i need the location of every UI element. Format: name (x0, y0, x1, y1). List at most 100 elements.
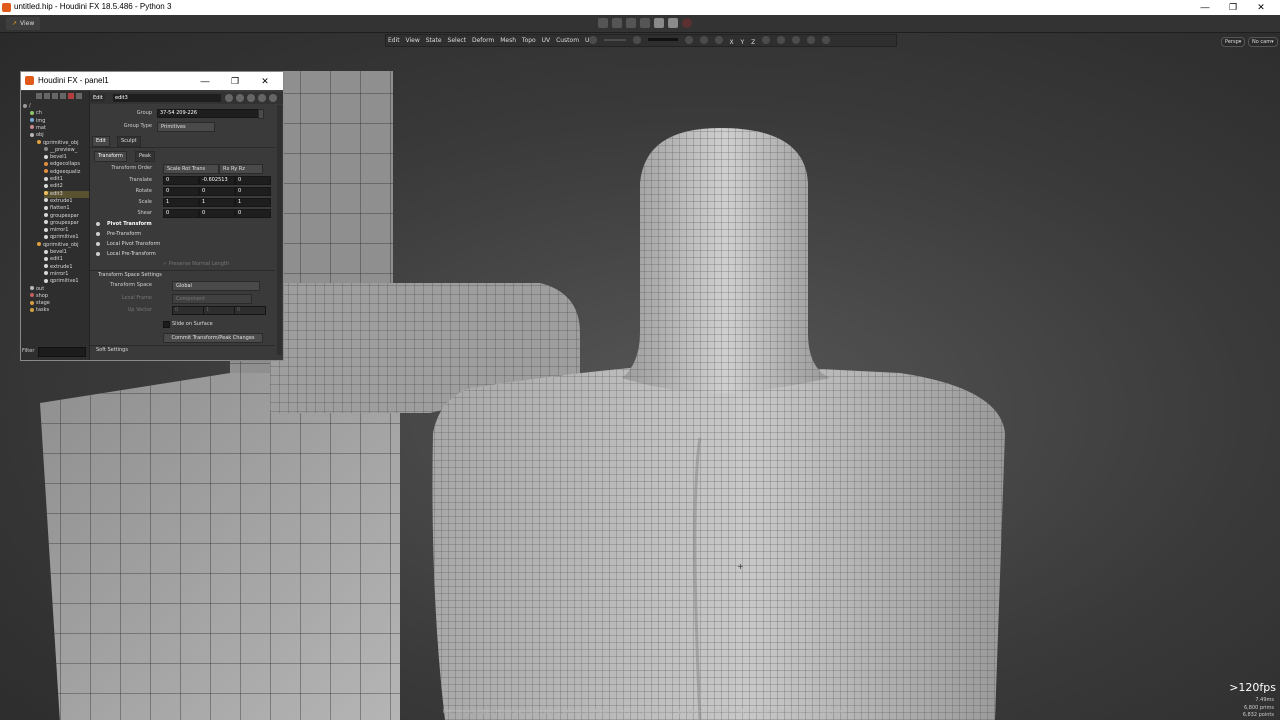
axis-x-toggle[interactable]: X (729, 39, 733, 46)
pivot-transform-expand-icon[interactable] (96, 222, 100, 226)
pivot-transform-folder[interactable]: Pivot Transform (107, 221, 152, 227)
menu-custom[interactable]: Custom (554, 35, 581, 46)
menu-select[interactable]: Select (446, 35, 469, 46)
pre-transform-folder[interactable]: Pre-Transform (107, 231, 141, 237)
panel-maximize-button[interactable]: ❐ (225, 75, 245, 87)
up-vector-x-field[interactable]: 0 (172, 306, 204, 315)
rotate-y-field[interactable]: 0 (199, 187, 235, 196)
transform-order-dropdown[interactable]: Scale Rot Trans (163, 164, 219, 174)
parameter-scrollbar[interactable] (277, 105, 282, 355)
local-pivot-transform-folder[interactable]: Local Pivot Transform (107, 241, 160, 247)
tree-bypass-icon[interactable] (68, 93, 74, 99)
no-cam-dropdown[interactable]: No cam▾ (1248, 37, 1278, 47)
rotate-tool-icon[interactable] (625, 18, 636, 28)
tree-node[interactable]: obj (30, 132, 89, 139)
local-pre-transform-folder[interactable]: Local Pre-Transform (107, 251, 156, 257)
tab-transform[interactable]: Transform (94, 151, 127, 162)
tree-node[interactable]: qprimitive1 (44, 234, 89, 241)
brush-size-slider[interactable] (603, 39, 626, 41)
translate-y-field[interactable]: -0.602513 (199, 176, 235, 185)
up-vector-y-field[interactable]: 1 (203, 306, 235, 315)
rotate-order-dropdown[interactable]: Rx Ry Rz (219, 164, 263, 174)
axis-z-toggle[interactable]: Z (751, 39, 755, 46)
tree-node[interactable]: shop (30, 293, 89, 300)
transform-space-dropdown[interactable]: Global (172, 281, 260, 291)
frame-icon[interactable] (821, 36, 830, 44)
tree-node[interactable]: edgecollaps (44, 161, 89, 168)
rotate-z-field[interactable]: 0 (235, 187, 271, 196)
menu-view[interactable]: View (404, 35, 422, 46)
strength-slider[interactable] (647, 38, 678, 41)
help-text-icon[interactable] (236, 94, 244, 102)
tree-node[interactable]: / (23, 103, 89, 110)
tree-node[interactable]: groupexpar (44, 213, 89, 220)
snap-icon[interactable] (762, 36, 771, 44)
local-pre-expand-icon[interactable] (96, 252, 100, 256)
gear-icon[interactable] (225, 94, 233, 102)
tab-view[interactable]: ↗ View (6, 17, 41, 30)
group-dropdown-button[interactable] (258, 109, 264, 119)
tree-node[interactable]: ch (30, 110, 89, 117)
tree-node[interactable]: edit1 (44, 256, 89, 263)
translate-z-field[interactable]: 0 (235, 176, 271, 185)
tree-flag-icon[interactable] (60, 93, 66, 99)
rotate-x-field[interactable]: 0 (163, 187, 199, 196)
select-tool-icon[interactable] (598, 18, 608, 28)
info-icon[interactable] (258, 94, 266, 102)
tree-node[interactable]: __preview_ (44, 147, 89, 154)
menu-deform[interactable]: Deform (470, 35, 496, 46)
display-icon[interactable] (684, 36, 693, 44)
slide-on-surface-checkbox[interactable] (163, 321, 170, 328)
move-tool-icon[interactable] (611, 18, 622, 28)
tree-expand-icon[interactable] (44, 93, 50, 99)
close-button[interactable]: ✕ (1251, 1, 1271, 13)
maximize-button[interactable]: ❐ (1223, 1, 1243, 13)
tab-peak[interactable]: Peak (135, 151, 155, 162)
shear-y-field[interactable]: 0 (199, 209, 235, 218)
menu-topo[interactable]: Topo (520, 35, 538, 46)
tree-node[interactable]: mirror1 (44, 271, 89, 278)
symmetry-icon[interactable] (714, 36, 723, 44)
tree-node[interactable]: tasks (30, 307, 89, 314)
soft-settings-folder[interactable]: Soft Settings (96, 347, 128, 353)
tree-node[interactable]: mirror1 (44, 227, 89, 234)
tab-edit[interactable]: Edit (92, 136, 110, 147)
view-tool-icon[interactable] (667, 18, 678, 28)
panel-titlebar[interactable]: Houdini FX - panel1 — ❐ ✕ (21, 72, 283, 90)
filter-input[interactable] (38, 347, 86, 357)
tree-node[interactable]: extrude1 (44, 264, 89, 271)
translate-x-field[interactable]: 0 (163, 176, 199, 185)
tree-node[interactable]: extrude1 (44, 198, 89, 205)
tree-node[interactable]: flatten1 (44, 205, 89, 212)
help-icon[interactable] (269, 94, 277, 102)
minimize-button[interactable]: — (1195, 1, 1215, 13)
tab-sculpt[interactable]: Sculpt (117, 136, 141, 147)
mirror-icon[interactable] (699, 36, 708, 44)
scale-x-field[interactable]: 1 (163, 198, 199, 207)
panel-minimize-button[interactable]: — (195, 75, 215, 87)
brush-icon[interactable] (589, 36, 597, 44)
persp-camera-dropdown[interactable]: Persp▾ (1221, 37, 1246, 47)
tree-node[interactable]: edgeequaliz (44, 169, 89, 176)
tree-node[interactable]: qprimitive_obj (37, 242, 89, 249)
tree-node[interactable]: mat (30, 125, 89, 132)
sculpt-icon[interactable] (632, 36, 641, 44)
panel-close-button[interactable]: ✕ (255, 75, 275, 87)
group-type-dropdown[interactable]: Primitives (157, 122, 215, 132)
record-icon[interactable] (681, 18, 692, 28)
search-icon[interactable] (247, 94, 255, 102)
up-vector-z-field[interactable]: 0 (234, 306, 266, 315)
menu-edit[interactable]: Edit (386, 35, 402, 46)
menu-uv[interactable]: UV (540, 35, 553, 46)
tree-node[interactable]: img (30, 118, 89, 125)
tree-node[interactable]: out (30, 286, 89, 293)
menu-state[interactable]: State (424, 35, 444, 46)
commit-changes-button[interactable]: Commit Transform/Peak Changes (163, 333, 263, 343)
node-name-field[interactable]: edit3 (113, 94, 221, 102)
tree-filter-icon[interactable] (36, 93, 42, 99)
overlay-icon[interactable] (806, 36, 815, 44)
shear-z-field[interactable]: 0 (235, 209, 271, 218)
tree-node[interactable]: edit1 (44, 176, 89, 183)
axis-y-toggle[interactable]: Y (741, 39, 745, 46)
scale-tool-icon[interactable] (639, 18, 650, 28)
